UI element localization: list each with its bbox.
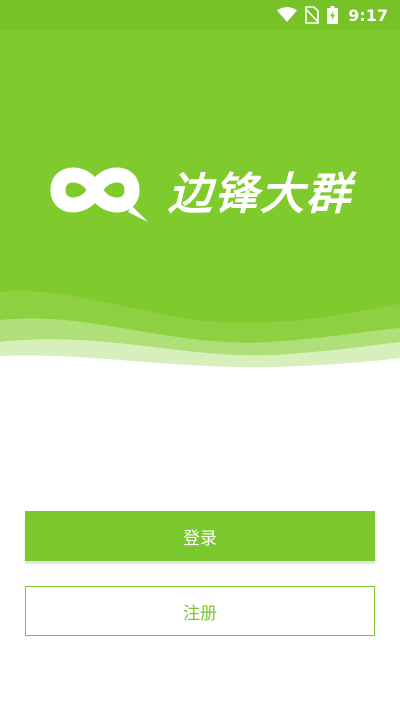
app-logo: 边锋大群 [36, 150, 366, 230]
no-sim-icon [305, 6, 320, 24]
infinity-chat-logo-icon [50, 167, 148, 222]
battery-charging-icon [327, 6, 339, 24]
status-time: 9:17 [348, 5, 388, 25]
register-button-label: 注册 [183, 603, 217, 624]
wifi-icon [277, 7, 298, 23]
status-bar: 9:17 [0, 0, 400, 30]
login-button[interactable]: 登录 [25, 511, 375, 561]
register-button[interactable]: 注册 [25, 586, 375, 636]
brand-name: 边锋大群 [168, 169, 352, 220]
login-button-label: 登录 [183, 528, 217, 549]
